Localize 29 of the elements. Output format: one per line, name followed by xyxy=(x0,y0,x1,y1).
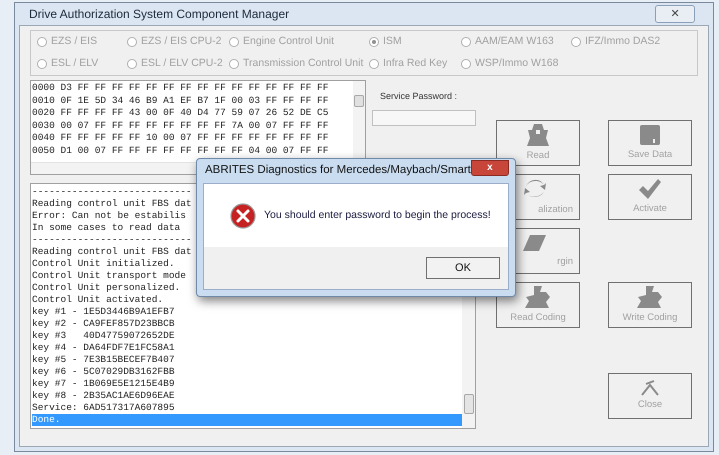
log-line: key #6 - 5C07029DB3162FBB xyxy=(32,366,175,378)
window-title: Drive Authorization System Component Manager xyxy=(29,6,290,23)
log-line: key #5 - 7E3B15BECEF7B407 xyxy=(32,354,175,366)
field-label: Service Password : xyxy=(379,90,458,103)
log-line: Control Unit transport mode xyxy=(32,270,186,282)
log-line: Error: Can not be estabilis xyxy=(32,210,186,222)
log-line: Reading control unit FBS dat xyxy=(32,246,192,258)
log-line: ---------------------------- xyxy=(32,234,192,246)
log-line: Reading control unit FBS dat xyxy=(32,198,192,210)
log-line: Control Unit activated. xyxy=(32,294,164,306)
log-line: In some cases to read data xyxy=(32,222,180,234)
log-line: key #4 - DA64FDF7E1FC58A1 xyxy=(32,342,175,354)
log-line: key #7 - 1B069E5E1215E4B9 xyxy=(32,378,175,390)
dialog-message: You should enter password to begin the process! xyxy=(264,208,491,223)
log-line: Control Unit personalized. xyxy=(32,282,180,294)
hex-row-text: 0030 00 07 FF FF FF FF FF FF FF FF 7A 00 07 FF FF FF xyxy=(32,120,330,132)
hex-row-text: 0010 0F 1E 5D 34 46 B9 A1 EF B7 1F 00 03 FF FF FF FF xyxy=(32,94,330,107)
log-line: key #2 - CA9FEF857D23BBCB xyxy=(32,318,175,330)
log-line: Service: 6AD517317A607895 xyxy=(32,402,175,414)
log-line: ---------------------------- xyxy=(32,186,192,198)
hex-row-text: 0020 FF FF FF FF 43 00 0F 40 D4 77 59 07 26 52 DE C5 xyxy=(32,107,330,120)
log-line: Control Unit initialized. xyxy=(32,258,175,270)
hex-row-text: 0040 FF FF FF FF FF 10 00 07 FF FF FF FF FF FF FF FF xyxy=(32,132,330,144)
log-line: key #1 - 1E5D3446B9A1EFB7 xyxy=(32,306,175,318)
log-line: key #3 40D47759072652DE xyxy=(32,330,175,342)
hex-row-text: 0050 D1 00 07 FF FF FF FF FF FF FF FF 04 00 07 FF FF xyxy=(32,144,330,157)
hex-row-text: 0000 D3 FF FF FF FF FF FF FF FF FF FF FF FF FF FF FF xyxy=(32,82,330,94)
log-line: key #8 - 2B35AC1AE6D96EAE xyxy=(32,390,175,402)
dialog-title: ABRITES Diagnostics for Mercedes/Maybach/Smart xyxy=(204,163,471,178)
